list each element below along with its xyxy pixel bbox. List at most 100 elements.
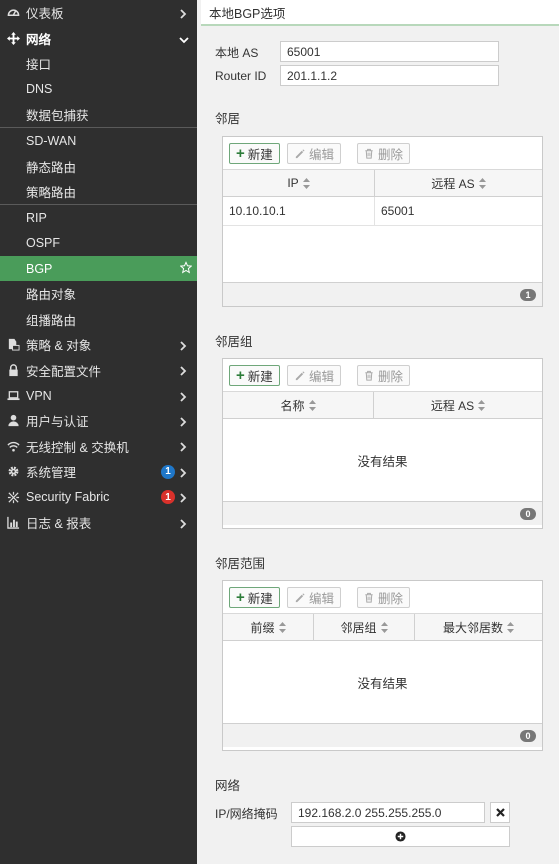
ip-mask-label: IP/网络掩码 xyxy=(215,807,278,821)
chevron-right-icon xyxy=(179,391,189,402)
neighbor-ranges-count-badge: 0 xyxy=(520,729,536,742)
column-neighbor-group-label: 邻居组 xyxy=(340,620,377,635)
user-icon xyxy=(6,414,20,428)
notification-badge: 1 xyxy=(161,464,175,479)
empty-message: 没有结果 xyxy=(357,454,408,469)
neighbors-header: IP 远程 AS xyxy=(223,170,542,197)
neighbor-ranges-title: 邻居范围 xyxy=(215,556,266,571)
neighbor-ranges-new-button[interactable]: + 新建 xyxy=(229,587,280,608)
sidebar-item-2[interactable]: 接口 xyxy=(0,51,197,76)
sort-icon xyxy=(308,399,316,411)
plus-icon: + xyxy=(236,145,245,162)
sidebar-item-12[interactable]: 组播路由 xyxy=(0,307,197,332)
trash-icon xyxy=(364,592,374,603)
sidebar-item-label: SD-WAN xyxy=(26,133,77,148)
sidebar-item-6[interactable]: 静态路由 xyxy=(0,153,197,178)
new-label: 新建 xyxy=(247,592,273,606)
network-title: 网络 xyxy=(215,778,241,793)
sidebar-item-10[interactable]: BGP xyxy=(0,255,197,282)
sidebar-item-label: DNS xyxy=(26,81,53,96)
column-remote-as-label: 远程 AS xyxy=(430,398,475,413)
empty-message: 没有结果 xyxy=(357,676,408,691)
local-as-input[interactable]: 65001 xyxy=(280,41,499,62)
sidebar-item-16[interactable]: 用户与认证 xyxy=(0,408,197,433)
sidebar-item-8[interactable]: RIP xyxy=(0,205,197,230)
sidebar-item-1[interactable]: 网络 xyxy=(0,25,197,50)
neighbors-section-title: 邻居 xyxy=(201,103,559,131)
neighbors-new-button[interactable]: + 新建 xyxy=(229,143,280,164)
sidebar-item-17[interactable]: 无线控制 & 交换机 xyxy=(0,434,197,459)
column-max-neighbors[interactable]: 最大邻居数 xyxy=(415,614,542,640)
neighbors-delete-button[interactable]: 删除 xyxy=(357,143,411,164)
neighbor-ranges-delete-button[interactable]: 删除 xyxy=(357,587,411,608)
ip-mask-input[interactable]: 192.168.2.0 255.255.255.0 xyxy=(291,802,485,823)
chevron-right-icon xyxy=(179,416,189,427)
sidebar-item-label: 无线控制 & 交换机 xyxy=(26,440,129,455)
plus-icon: + xyxy=(236,367,245,384)
neighbors-edit-button[interactable]: 编辑 xyxy=(287,143,342,164)
sidebar-item-15[interactable]: VPN xyxy=(0,383,197,408)
sidebar-item-0[interactable]: 仪表板 xyxy=(0,0,197,25)
sidebar-item-9[interactable]: OSPF xyxy=(0,231,197,256)
neighbor-remote-as-cell: 65001 xyxy=(375,197,542,225)
sidebar-item-19[interactable]: Security Fabric 1 xyxy=(0,484,197,509)
ip-mask-value: 192.168.2.0 255.255.255.0 xyxy=(298,805,442,820)
sidebar-item-5[interactable]: SD-WAN xyxy=(0,128,197,153)
sort-icon xyxy=(478,399,486,411)
sidebar-item-20[interactable]: 日志 & 报表 xyxy=(0,510,197,535)
neighbor-groups-delete-button[interactable]: 删除 xyxy=(357,365,411,386)
column-neighbor-group[interactable]: 邻居组 xyxy=(314,614,415,640)
column-remote-as[interactable]: 远程 AS xyxy=(374,392,542,418)
sidebar-item-3[interactable]: DNS xyxy=(0,76,197,101)
fabric-icon xyxy=(6,490,20,504)
neighbor-groups-new-button[interactable]: + 新建 xyxy=(229,365,280,386)
neighbor-groups-edit-button[interactable]: 编辑 xyxy=(287,365,342,386)
sidebar-item-18[interactable]: 系统管理 1 xyxy=(0,459,197,484)
chevron-right-icon xyxy=(179,365,189,376)
lock-icon xyxy=(6,363,20,377)
neighbor-groups-title: 邻居组 xyxy=(215,334,253,349)
sidebar-item-label: RIP xyxy=(26,210,47,225)
sidebar-item-label: 日志 & 报表 xyxy=(26,517,92,531)
sidebar-item-11[interactable]: 路由对象 xyxy=(0,281,197,306)
neighbor-ranges-edit-button[interactable]: 编辑 xyxy=(287,587,342,608)
sidebar-item-label: 数据包捕获 xyxy=(26,108,89,123)
neighbor-groups-toolbar: + 新建 编辑 删除 xyxy=(223,359,542,392)
column-prefix[interactable]: 前缀 xyxy=(223,614,314,640)
neighbor-groups-empty: 没有结果 xyxy=(223,419,542,501)
sidebar-item-label: VPN xyxy=(26,388,52,403)
sidebar-item-14[interactable]: 安全配置文件 xyxy=(0,357,197,382)
table-row[interactable]: 10.10.10.1 65001 xyxy=(223,197,542,226)
sort-icon xyxy=(380,621,388,633)
trash-icon xyxy=(364,370,374,381)
add-network-button[interactable] xyxy=(291,826,510,847)
chevron-right-icon xyxy=(179,441,189,452)
chevron-right-icon xyxy=(179,518,189,529)
router-id-input[interactable]: 201.1.1.2 xyxy=(280,65,499,86)
local-as-value: 65001 xyxy=(287,44,321,59)
router-id-label: Router ID xyxy=(215,69,267,83)
wifi-icon xyxy=(6,439,20,453)
local-as-label: 本地 AS xyxy=(215,45,259,60)
sidebar-item-7[interactable]: 策略路由 xyxy=(0,179,197,204)
pencil-icon xyxy=(294,592,305,603)
column-name[interactable]: 名称 xyxy=(223,392,374,418)
edit-label: 编辑 xyxy=(309,370,335,384)
column-remote-as[interactable]: 远程 AS xyxy=(375,170,542,196)
neighbors-toolbar: + 新建 编辑 删除 xyxy=(223,137,542,170)
sidebar-item-13[interactable]: 策略 & 对象 xyxy=(0,332,197,357)
delete-label: 删除 xyxy=(378,370,404,384)
page-title-text: 本地BGP选项 xyxy=(209,6,286,21)
chevron-down-icon xyxy=(179,33,189,44)
column-ip[interactable]: IP xyxy=(223,170,375,196)
new-label: 新建 xyxy=(247,370,273,384)
sidebar-item-4[interactable]: 数据包捕获 xyxy=(0,102,197,127)
bgp-basic-settings: 本地 AS 65001 Router ID 201.1.1.2 xyxy=(201,28,559,94)
sidebar-item-label: 组播路由 xyxy=(26,313,77,328)
sort-icon xyxy=(278,621,286,633)
sidebar-item-label: 策略 & 对象 xyxy=(26,339,92,354)
remove-network-button[interactable] xyxy=(490,802,510,823)
favorite-star-icon[interactable] xyxy=(179,260,193,276)
close-icon xyxy=(495,808,505,817)
sidebar: 仪表板 网络 接口 DNS 数据包捕获 SD-WAN 静态路由 策略路由 RIP OSPF BGP 路… xyxy=(0,0,197,864)
